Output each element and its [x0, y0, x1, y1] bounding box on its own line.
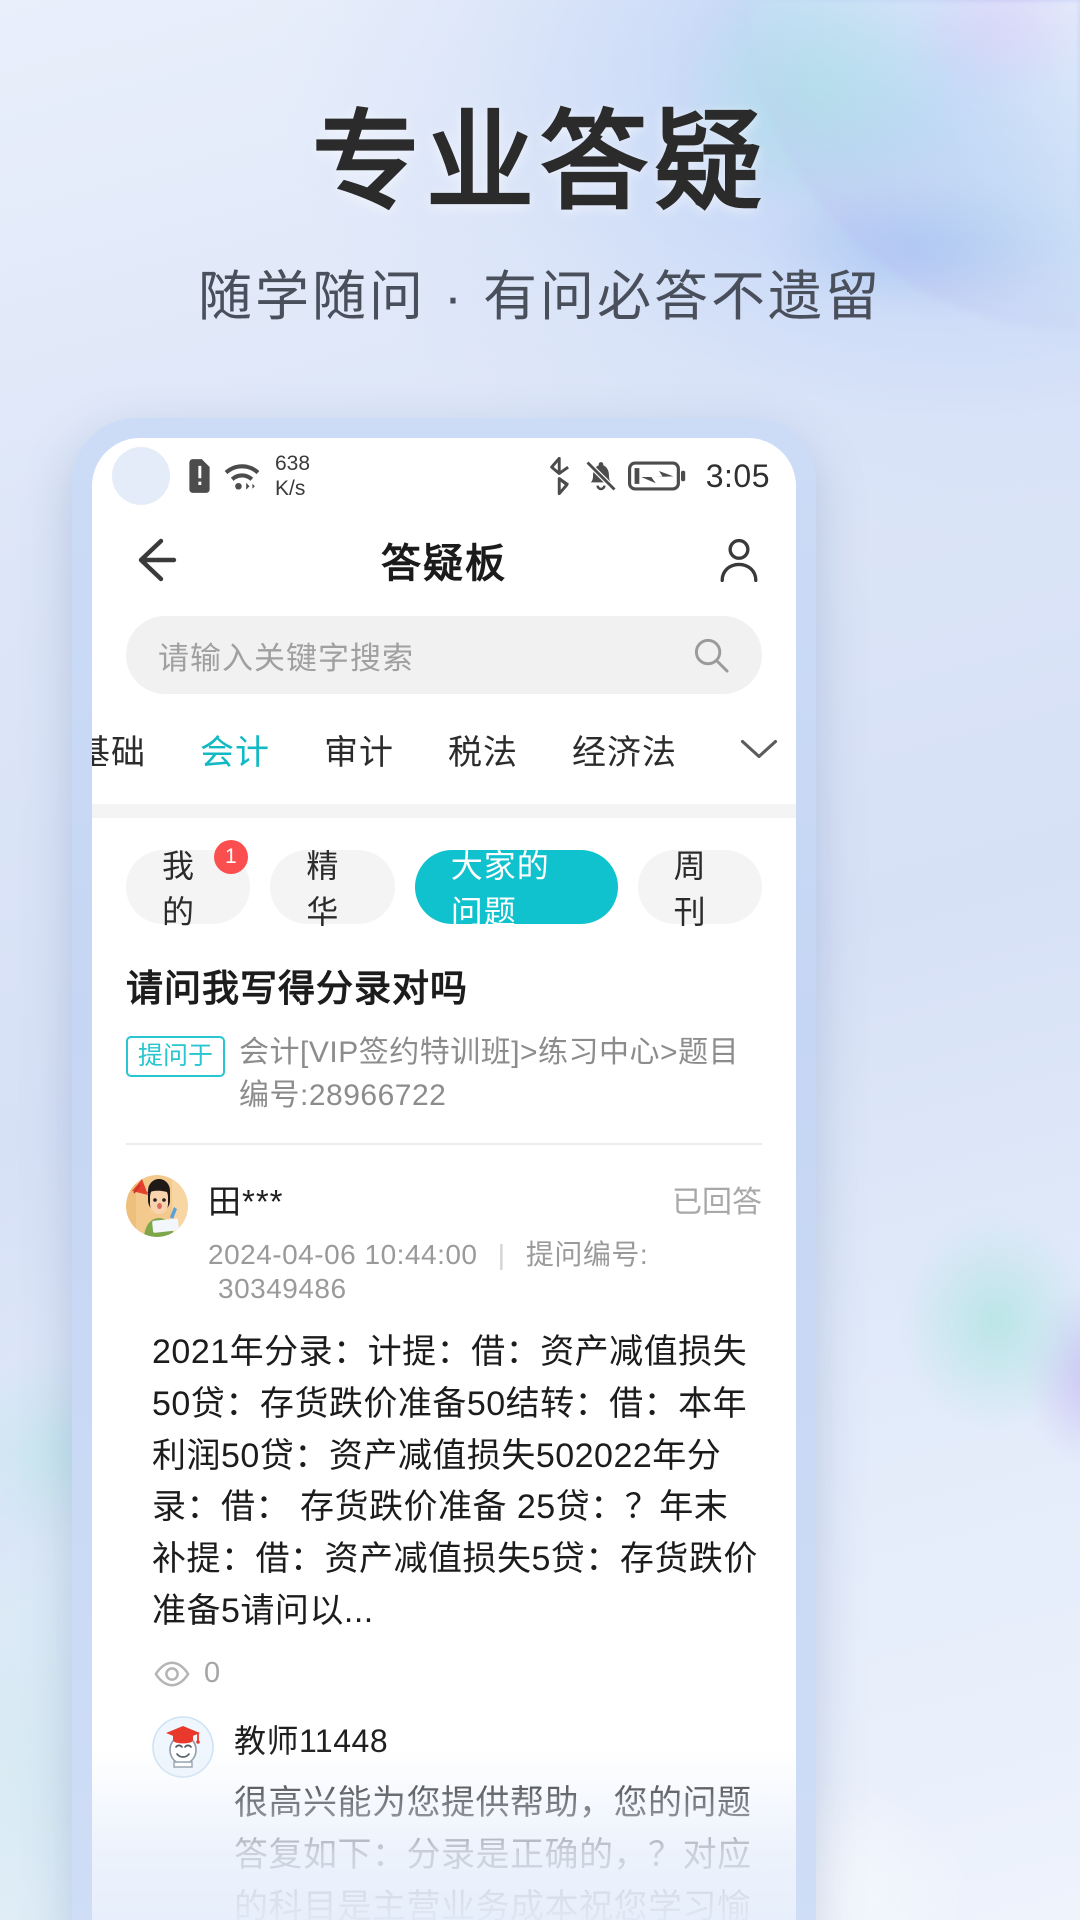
search-input[interactable]: 请输入关键字搜索	[126, 616, 762, 694]
question-number-value: 30349486	[218, 1273, 347, 1305]
breadcrumb: 会计[VIP签约特训班]>练习中心>题目编号:28966722	[239, 1036, 740, 1112]
filter-chip-everyone-questions-label: 大家的问题	[450, 848, 550, 930]
phone-mockup-frame: 638 K/s 3:05 答疑板 请输入关键字搜索 基础 会计 审计 税法 经济…	[72, 418, 816, 1920]
status-bar-clock: 3:05	[705, 457, 770, 494]
asker-name-row: 田*** 已回答	[208, 1175, 762, 1223]
meta-separator: |	[497, 1239, 506, 1271]
view-count-value: 0	[204, 1657, 221, 1690]
category-tab-jichu[interactable]: 基础	[92, 725, 146, 774]
asker-header: 田*** 已回答 2024-04-06 10:44:00 | 提问编号: 303…	[92, 1145, 796, 1305]
question-card[interactable]: 请问我写得分录对吗 提问于 会计[VIP签约特训班]>练习中心>题目编号:289…	[92, 924, 796, 1146]
promo-headline: 专业答疑	[311, 101, 768, 222]
filter-chip-weekly-label: 周刊	[673, 848, 707, 930]
phone-screen: 638 K/s 3:05 答疑板 请输入关键字搜索 基础 会计 审计 税法 经济…	[92, 438, 796, 1920]
teacher-avatar[interactable]	[152, 1716, 214, 1779]
page-title: 答疑板	[381, 542, 507, 586]
filter-chip-essence[interactable]: 精华	[270, 848, 395, 930]
question-meta-row: 2024-04-06 10:44:00 | 提问编号: 30349486	[208, 1233, 762, 1305]
question-body-text: 2021年分录：计提：借：资产减值损失 50贷：存货跌价准备50结转：借：本年利…	[152, 1333, 758, 1630]
answer-content: 教师11448 很高兴能为您提供帮助，您的问题答复如下：分录是正确的，？对应的科…	[234, 1716, 762, 1920]
filter-chip-weekly[interactable]: 周刊	[637, 848, 762, 930]
filter-chip-row: 我的 1 精华 大家的问题 周刊	[92, 818, 796, 930]
promo-subheadline: 随学随问 · 有问必答不遗留	[198, 267, 882, 327]
bell-muted-icon	[585, 460, 617, 492]
search-icon[interactable]	[692, 636, 730, 674]
teacher-name: 教师11448	[234, 1723, 389, 1760]
filter-chip-everyone-questions[interactable]: 大家的问题	[414, 848, 618, 930]
section-divider	[92, 804, 796, 818]
category-tab-scroller[interactable]: 基础 会计 审计 税法 经济法 财务	[92, 725, 722, 774]
category-tab-jingjifa[interactable]: 经济法	[572, 725, 677, 774]
answer-text: 很高兴能为您提供帮助，您的问题答复如下：分录是正确的，？对应的科目是主营业务成本…	[234, 1784, 752, 1920]
network-speed-value: 638	[275, 452, 311, 475]
network-speed-indicator: 638 K/s	[275, 451, 310, 501]
search-placeholder-text: 请输入关键字搜索	[158, 640, 414, 676]
filter-chip-mine-badge: 1	[214, 840, 249, 874]
category-tab-kuaiji[interactable]: 会计	[200, 725, 270, 774]
asked-timestamp: 2024-04-06 10:44:00	[208, 1239, 478, 1271]
category-expand-button[interactable]	[722, 737, 796, 761]
chevron-down-icon	[740, 739, 778, 759]
question-number-label: 提问编号:	[525, 1239, 649, 1271]
asker-name: 田***	[208, 1183, 284, 1221]
search-section: 请输入关键字搜索	[92, 606, 796, 694]
question-title: 请问我写得分录对吗	[126, 968, 468, 1009]
question-source-row: 提问于 会计[VIP签约特训班]>练习中心>题目编号:28966722	[126, 1032, 762, 1117]
category-tab-shuifa[interactable]: 税法	[448, 725, 518, 774]
decorative-gradient-blob-right	[860, 1170, 1080, 1500]
bluetooth-icon	[549, 457, 569, 495]
person-icon[interactable]	[716, 537, 762, 583]
avatar[interactable]	[126, 1175, 188, 1238]
status-bar: 638 K/s 3:05	[92, 438, 796, 514]
wifi-icon	[224, 464, 260, 490]
arrow-left-icon[interactable]	[126, 532, 182, 588]
camera-punch-hole	[112, 447, 170, 505]
eye-icon	[154, 1661, 190, 1687]
asker-info: 田*** 已回答 2024-04-06 10:44:00 | 提问编号: 303…	[208, 1175, 762, 1305]
sim-alert-icon	[189, 459, 210, 493]
question-source-tag: 提问于	[126, 1036, 226, 1078]
battery-charging-icon	[627, 461, 685, 491]
student-avatar-image	[126, 1175, 188, 1238]
filter-chip-mine[interactable]: 我的 1	[126, 840, 251, 930]
status-badge: 已回答	[672, 1186, 762, 1220]
filter-chip-mine-label: 我的	[162, 848, 196, 930]
category-tab-shenji[interactable]: 审计	[324, 725, 394, 774]
network-speed-unit: K/s	[275, 477, 306, 500]
answer-block: 教师11448 很高兴能为您提供帮助，您的问题答复如下：分录是正确的，？对应的科…	[92, 1690, 796, 1920]
teacher-avatar-image	[152, 1716, 214, 1779]
filter-chip-essence-label: 精华	[306, 848, 340, 930]
app-header: 答疑板	[92, 514, 796, 606]
view-count-row: 0	[92, 1637, 796, 1690]
category-tab-bar: 基础 会计 审计 税法 经济法 财务	[92, 716, 796, 782]
